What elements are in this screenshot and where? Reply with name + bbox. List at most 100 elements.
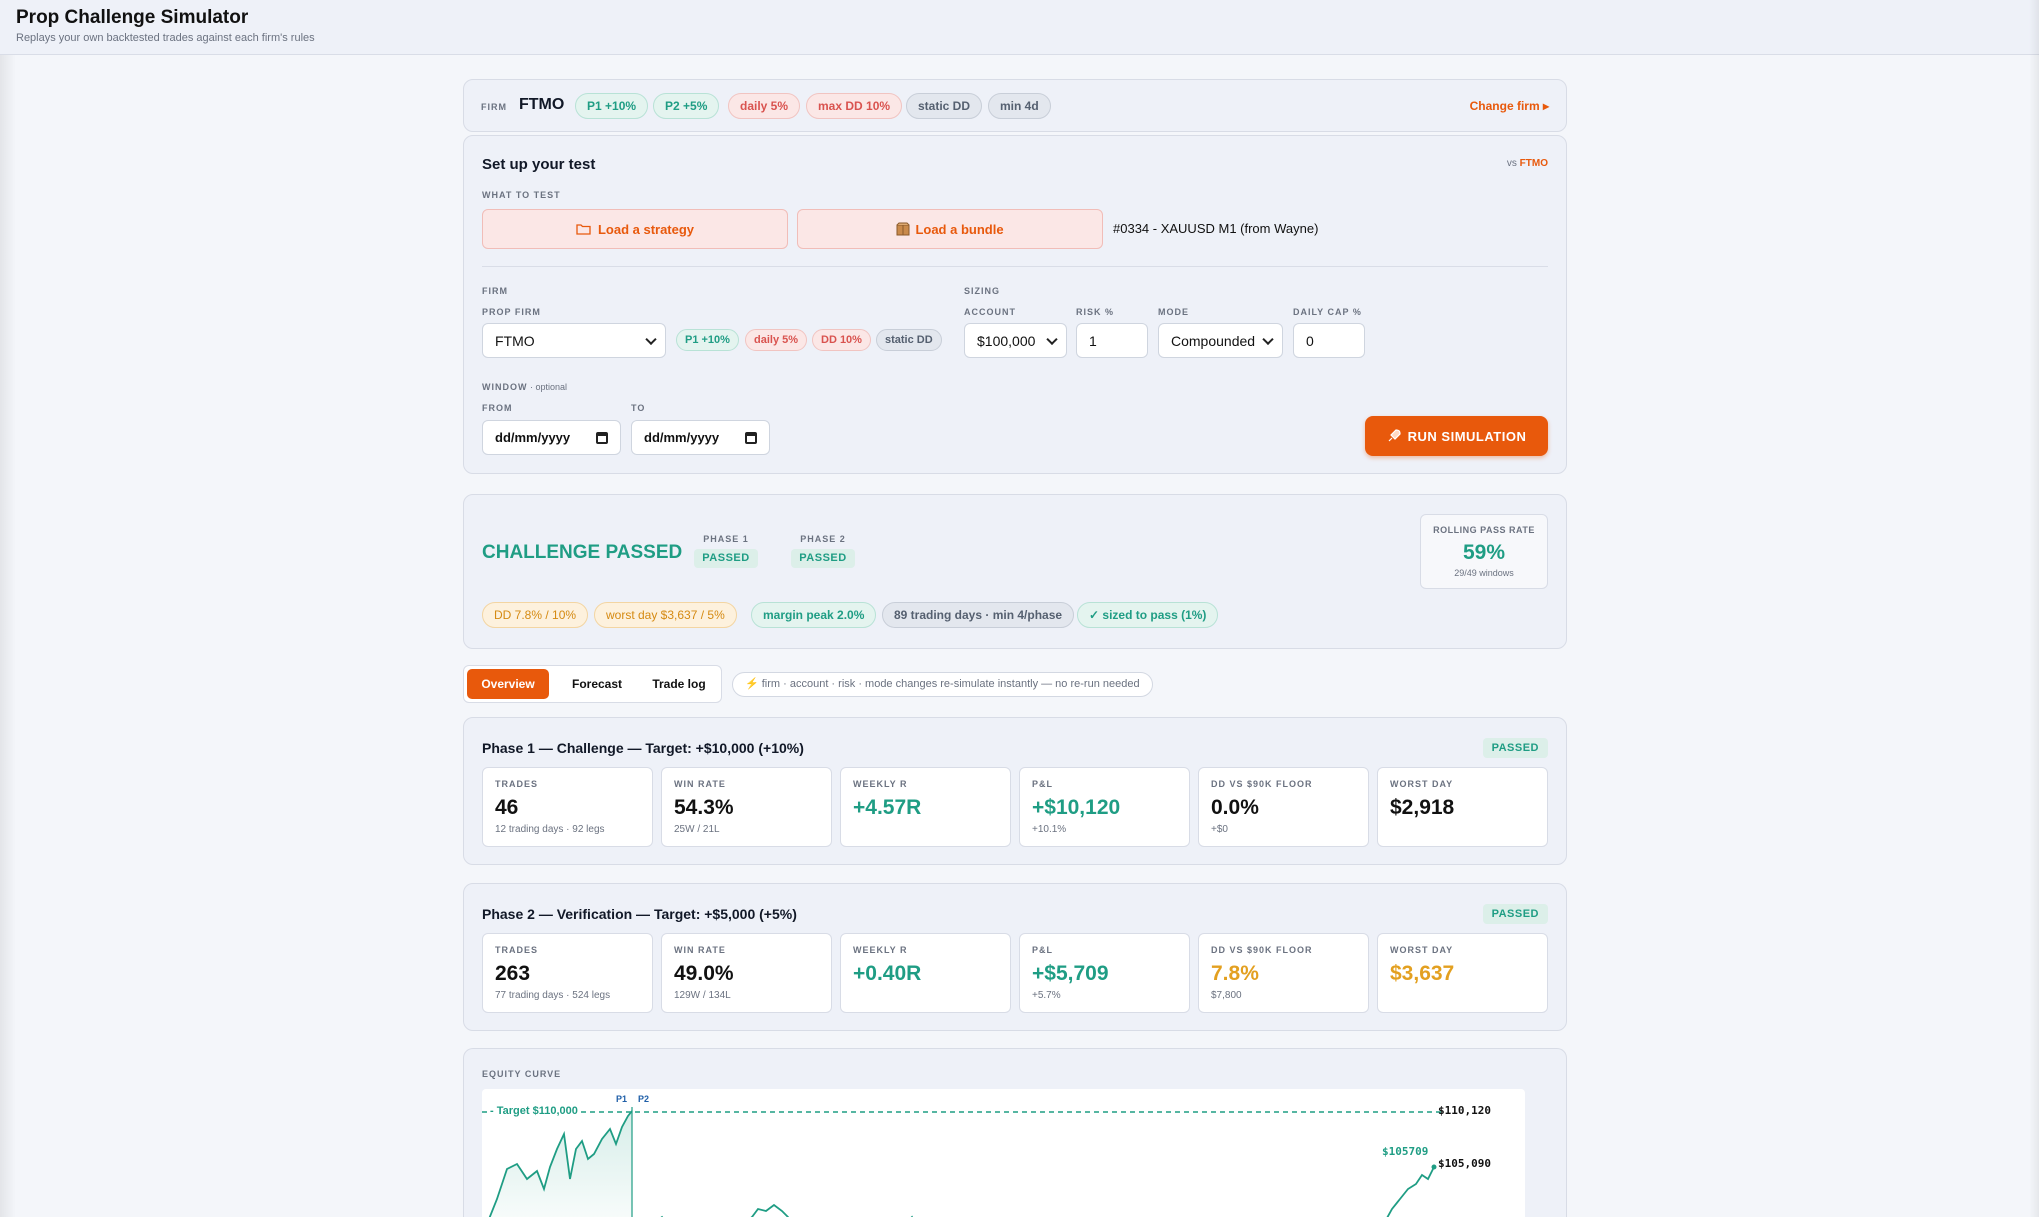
phase1-status: PASSED (694, 549, 758, 568)
load-bundle-button[interactable]: Load a bundle (797, 209, 1103, 249)
firm-pill-p1: P1 +10% (575, 93, 649, 119)
phase1-weeklyr-stat: WEEKLY R +4.57R (840, 767, 1011, 847)
y-axis-top-label: $110,120 (1438, 1104, 1491, 1117)
phase2-status: PASSED (791, 549, 855, 568)
chip-sized-to-pass: ✓ sized to pass (1%) (1077, 602, 1219, 628)
tab-overview[interactable]: Overview (467, 669, 549, 699)
target-label: - Target $110,000 (490, 1105, 578, 1117)
to-date-input[interactable]: dd/mm/yyyy (631, 420, 770, 455)
to-date-placeholder: dd/mm/yyyy (644, 430, 720, 445)
equity-end-point (1431, 1164, 1437, 1170)
equity-chart (482, 1107, 1442, 1217)
daily-cap-value: 0 (1306, 332, 1314, 349)
account-select[interactable]: $100,000 (964, 323, 1067, 358)
to-label: TO (631, 403, 646, 413)
stat-value: $3,637 (1390, 962, 1455, 985)
firm-pill-daily: daily 5% (728, 93, 801, 119)
stat-key: P&L (1032, 945, 1053, 955)
firm-bar-label: FIRM (481, 102, 507, 112)
stat-value: 49.0% (674, 962, 734, 985)
equity-chart-area: - Target $110,000 P1 P2 $110,120 $105709… (482, 1089, 1525, 1217)
phase1-status-block: PHASE 1 PASSED (694, 534, 758, 568)
stat-key: WIN RATE (674, 945, 726, 955)
firm-pill-static: static DD (906, 93, 983, 119)
setup-pill-daily: daily 5% (745, 329, 808, 351)
setup-pill-p1: P1 +10% (676, 329, 739, 351)
phase1-pnl-stat: P&L +$10,120 +10.1% (1019, 767, 1190, 847)
phase2-title: Phase 2 — Verification — Target: +$5,000… (482, 906, 797, 922)
load-strategy-button[interactable]: Load a strategy (482, 209, 788, 249)
phase1-card: Phase 1 — Challenge — Target: +$10,000 (… (463, 717, 1567, 865)
prop-firm-select[interactable]: FTMO (482, 323, 666, 358)
stat-value: +$5,709 (1032, 962, 1109, 985)
stat-sub: +5.7% (1032, 990, 1061, 1001)
stat-key: P&L (1032, 779, 1053, 789)
phase1-title: Phase 1 — Challenge — Target: +$10,000 (… (482, 740, 804, 756)
stat-sub: 25W / 21L (674, 824, 720, 835)
stat-key: WEEKLY R (853, 945, 908, 955)
sizing-section-label: SIZING (964, 286, 1001, 296)
chip-margin-peak: margin peak 2.0% (751, 602, 877, 628)
phase2-passed-badge: PASSED (1482, 904, 1548, 924)
chevron-down-icon (1262, 333, 1274, 345)
chip-worst-day: worst day $3,637 / 5% (594, 602, 737, 628)
run-simulation-button[interactable]: RUN SIMULATION (1365, 416, 1548, 456)
folder-icon (576, 224, 591, 235)
from-label: FROM (482, 403, 513, 413)
load-bundle-label: Load a bundle (915, 221, 1004, 237)
setup-vs-prefix: vs (1506, 158, 1517, 169)
equity-end-label: $105709 (1382, 1145, 1429, 1158)
firm-pill-min: min 4d (988, 93, 1051, 119)
stat-value: 54.3% (674, 796, 734, 819)
firm-pill-maxdd: max DD 10% (806, 93, 903, 119)
account-value: $100,000 (977, 332, 1036, 349)
phase2-winrate-stat: WIN RATE 49.0% 129W / 134L (661, 933, 832, 1013)
phase2-trades-stat: TRADES 263 77 trading days · 524 legs (482, 933, 653, 1013)
phase1-label: PHASE 1 (703, 534, 749, 544)
run-simulation-label: RUN SIMULATION (1407, 428, 1527, 444)
tab-forecast[interactable]: Forecast (560, 669, 634, 699)
tab-trade-log[interactable]: Trade log (640, 669, 718, 699)
scrollbar-track[interactable] (2029, 0, 2039, 1217)
change-firm-link[interactable]: Change firm ▸ (1470, 99, 1549, 113)
equity-line-p2 (660, 1166, 1435, 1217)
stat-sub: 12 trading days · 92 legs (495, 824, 605, 835)
stat-key: TRADES (495, 945, 539, 955)
stat-value: 263 (495, 962, 531, 985)
challenge-headline: CHALLENGE PASSED (482, 542, 683, 563)
chevron-down-icon (1046, 333, 1058, 345)
equity-curve-label: EQUITY CURVE (482, 1069, 562, 1079)
risk-input[interactable]: 1 (1076, 323, 1148, 358)
stat-key: WORST DAY (1390, 779, 1454, 789)
phase1-winrate-stat: WIN RATE 54.3% 25W / 21L (661, 767, 832, 847)
phase1-worstday-stat: WORST DAY $2,918 (1377, 767, 1548, 847)
package-icon (896, 222, 910, 236)
stat-key: WORST DAY (1390, 945, 1454, 955)
what-to-test-label: WHAT TO TEST (482, 190, 561, 200)
prop-firm-label: PROP FIRM (482, 307, 541, 317)
phase2-card: Phase 2 — Verification — Target: +$5,000… (463, 883, 1567, 1031)
equity-curve-card: EQUITY CURVE - Target $110,000 P1 P2 $11… (463, 1048, 1567, 1217)
stat-sub: 77 trading days · 524 legs (495, 990, 611, 1001)
phase2-worstday-stat: WORST DAY $3,637 (1377, 933, 1548, 1013)
account-label: ACCOUNT (964, 307, 1016, 317)
mode-select[interactable]: Compounded (1158, 323, 1283, 358)
from-date-placeholder: dd/mm/yyyy (495, 430, 571, 445)
phase2-weeklyr-stat: WEEKLY R +0.40R (840, 933, 1011, 1013)
calendar-icon (745, 431, 757, 444)
rolling-sub: 29/49 windows (1454, 568, 1514, 578)
firm-summary-bar: FIRM FTMO P1 +10% P2 +5% daily 5% max DD… (463, 79, 1567, 132)
p1-marker: P1 (616, 1094, 628, 1104)
setup-divider (482, 266, 1548, 267)
prop-firm-value: FTMO (495, 332, 535, 349)
stat-key: DD VS $90K FLOOR (1211, 779, 1313, 789)
rocket-icon (1388, 429, 1401, 442)
firm-bar-name: FTMO (519, 96, 565, 113)
from-date-input[interactable]: dd/mm/yyyy (482, 420, 621, 455)
phase2-pnl-stat: P&L +$5,709 +5.7% (1019, 933, 1190, 1013)
daily-cap-input[interactable]: 0 (1293, 323, 1365, 358)
phase2-status-block: PHASE 2 PASSED (791, 534, 855, 568)
rolling-pass-rate: ROLLING PASS RATE 59% 29/49 windows (1420, 514, 1548, 589)
stat-value: +$10,120 (1032, 796, 1121, 819)
chip-drawdown: DD 7.8% / 10% (482, 602, 589, 628)
